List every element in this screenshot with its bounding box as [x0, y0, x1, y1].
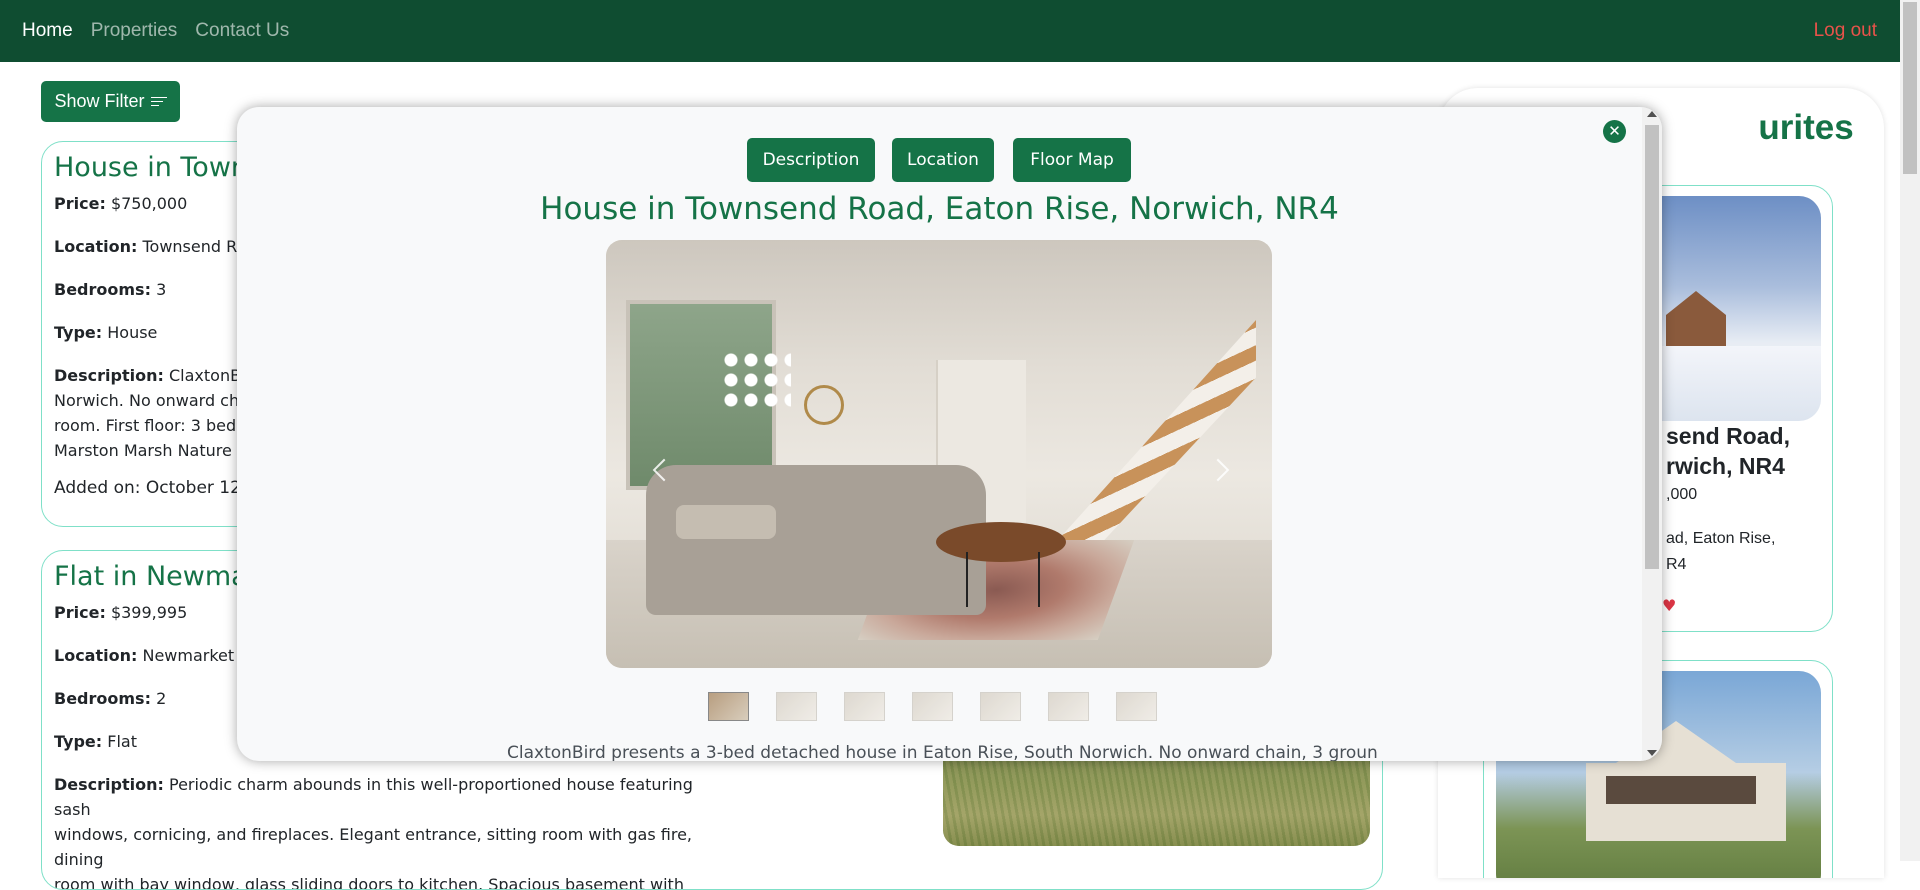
page-scrollbar[interactable]: [1900, 0, 1920, 861]
scroll-down-icon[interactable]: [1647, 750, 1657, 756]
show-filter-button[interactable]: Show Filter: [41, 81, 180, 122]
nav-properties-link[interactable]: Properties: [91, 20, 178, 42]
photo-thumbnail[interactable]: [980, 692, 1021, 721]
photo-thumbnail[interactable]: [844, 692, 885, 721]
modal-scrollbar-thumb[interactable]: [1645, 125, 1659, 569]
close-icon[interactable]: ✕: [1603, 120, 1626, 143]
modal-description-text: ClaxtonBird presents a 3-bed detached ho…: [507, 743, 1377, 761]
property-photo: [606, 240, 1272, 668]
photo-thumbnails: [708, 692, 1157, 721]
nav-contact-link[interactable]: Contact Us: [195, 20, 289, 42]
photo-thumbnail[interactable]: [776, 692, 817, 721]
modal-property-title: House in Townsend Road, Eaton Rise, Norw…: [540, 191, 1339, 227]
tab-location[interactable]: Location: [892, 138, 994, 182]
photo-thumbnail[interactable]: [708, 692, 749, 721]
photo-thumbnail[interactable]: [912, 692, 953, 721]
logout-link[interactable]: Log out: [1814, 20, 1877, 42]
property-detail-modal: ✕ Description Location Floor Map House i…: [237, 107, 1662, 761]
property-description: Description: Periodic charm abounds in t…: [54, 775, 693, 890]
photo-thumbnail[interactable]: [1048, 692, 1089, 721]
scroll-up-icon[interactable]: [1647, 111, 1657, 117]
tab-description[interactable]: Description: [747, 138, 875, 182]
show-filter-label: Show Filter: [54, 91, 145, 111]
modal-scrollbar[interactable]: [1642, 107, 1662, 761]
tab-floor-map[interactable]: Floor Map: [1013, 138, 1131, 182]
top-navbar: Home Properties Contact Us Log out: [0, 0, 1900, 62]
photo-thumbnail[interactable]: [1116, 692, 1157, 721]
page-scrollbar-thumb[interactable]: [1903, 2, 1917, 174]
heart-icon[interactable]: ♥: [1662, 596, 1676, 615]
filter-icon: [150, 96, 167, 108]
nav-home-link[interactable]: Home: [22, 20, 73, 42]
